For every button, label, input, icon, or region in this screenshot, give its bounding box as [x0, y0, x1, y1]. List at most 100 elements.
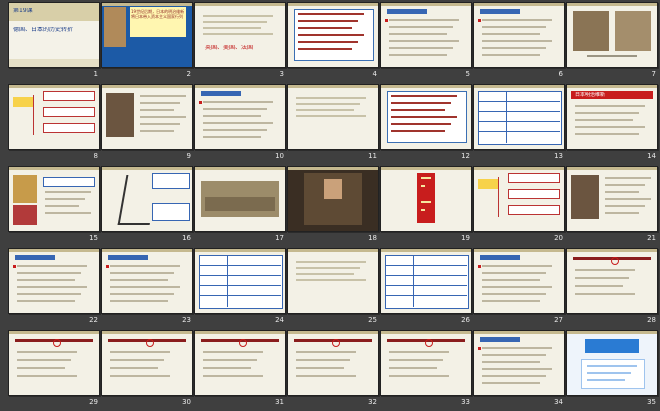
text-line [391, 109, 445, 111]
text-line [298, 41, 358, 43]
slide-number: 30 [182, 398, 191, 406]
slide-thumbnail[interactable]: 27 [473, 248, 567, 329]
slide-text: 英国、美国、法国 [205, 45, 254, 51]
slide-preview[interactable] [473, 248, 565, 314]
text-line [110, 279, 168, 281]
slide-thumbnail[interactable]: 30 [101, 330, 195, 411]
text-line [482, 279, 540, 281]
slide-header-bar [102, 331, 192, 334]
text-line [140, 130, 174, 132]
slide-thumbnail[interactable]: 10 [194, 84, 288, 165]
slide-thumbnail[interactable]: 23 [101, 248, 195, 329]
slide-thumbnail[interactable]: 日本明治维新 14 [566, 84, 660, 165]
slide-thumbnail[interactable]: 34 [473, 330, 567, 411]
slide-number: 11 [368, 152, 377, 160]
slide-preview[interactable] [194, 248, 286, 314]
slide-preview[interactable] [8, 84, 100, 150]
slide-thumbnail[interactable]: 33 [380, 330, 474, 411]
slide-header-bar [195, 331, 285, 334]
slide-header-bar [567, 167, 657, 170]
slide-thumbnail[interactable]: 8 [8, 84, 102, 165]
slide-thumbnail[interactable]: 13 [473, 84, 567, 165]
slide-preview[interactable] [287, 84, 379, 150]
slide-preview[interactable] [194, 330, 286, 396]
slide-thumbnail[interactable]: 17 [194, 166, 288, 247]
slide-preview[interactable] [566, 330, 658, 396]
table-row-divider [478, 101, 560, 102]
slide-thumbnail[interactable]: 16 [101, 166, 195, 247]
text-line [110, 300, 168, 302]
slide-preview[interactable] [194, 84, 286, 150]
text-line [391, 102, 451, 104]
slide-thumbnail[interactable]: 6 [473, 2, 567, 83]
slide-preview[interactable] [101, 248, 193, 314]
slide-preview[interactable] [380, 330, 472, 396]
slide-thumbnail[interactable]: 32 [287, 330, 381, 411]
slide-preview[interactable] [101, 166, 193, 232]
slide-thumbnail[interactable]: 25 [287, 248, 381, 329]
slide-thumbnail[interactable]: 英国、美国、法国 3 [194, 2, 288, 83]
slide-preview[interactable] [101, 84, 193, 150]
slide-preview[interactable]: 19世纪后期，日本的明治维新将日本带入资本主义国家行列 [101, 2, 193, 68]
slide-thumbnail[interactable]: 19世纪后期，日本的明治维新将日本带入资本主义国家行列 2 [101, 2, 195, 83]
slide-preview[interactable] [566, 248, 658, 314]
slide-thumbnail[interactable]: 22 [8, 248, 102, 329]
slide-thumbnail[interactable]: 12 [380, 84, 474, 165]
slide-preview[interactable] [287, 330, 379, 396]
slide-thumbnail[interactable]: 7 [566, 2, 660, 83]
slide-thumbnail[interactable]: 26 [380, 248, 474, 329]
slide-thumbnail[interactable]: 19 [380, 166, 474, 247]
slide-preview[interactable]: 日本明治维新 [566, 84, 658, 150]
slide-preview[interactable] [8, 166, 100, 232]
slide-thumbnail[interactable]: 20 [473, 166, 567, 247]
slide-thumbnail[interactable]: 5 [380, 2, 474, 83]
caption-text: 19世纪后期，日本的明治维新将日本带入资本主义国家行列 [131, 9, 185, 19]
slide-preview[interactable] [566, 166, 658, 232]
slide-thumbnail[interactable]: 18 [287, 166, 381, 247]
slide-preview[interactable] [8, 248, 100, 314]
slide-thumbnail[interactable]: 24 [194, 248, 288, 329]
slide-thumbnail[interactable]: 35 [566, 330, 660, 411]
text-line [298, 34, 364, 36]
red-marker [478, 19, 481, 22]
slide-preview[interactable] [101, 330, 193, 396]
slide-thumbnail[interactable]: 15 [8, 166, 102, 247]
brand-panel [581, 359, 645, 389]
slide-thumbnail[interactable]: 第19课 德国、日本的历史转折 1 [8, 2, 102, 83]
slide-preview[interactable] [566, 2, 658, 68]
text-line [140, 109, 174, 111]
text-line [140, 95, 186, 97]
slide-preview[interactable]: 英国、美国、法国 [194, 2, 286, 68]
slide-preview[interactable] [473, 2, 565, 68]
slide-preview[interactable] [473, 166, 565, 232]
slide-thumbnail[interactable]: 21 [566, 166, 660, 247]
slide-preview[interactable]: 第19课 德国、日本的历史转折 [8, 2, 100, 68]
slide-preview[interactable] [8, 330, 100, 396]
slide-number: 21 [647, 234, 656, 242]
slide-thumbnail[interactable]: 11 [287, 84, 381, 165]
slide-preview[interactable] [287, 2, 379, 68]
slide-preview[interactable] [287, 248, 379, 314]
slide-number: 6 [558, 70, 563, 78]
slide-thumbnail[interactable]: 29 [8, 330, 102, 411]
text-line [389, 54, 447, 56]
slide-thumbnail[interactable]: 31 [194, 330, 288, 411]
table-row-divider [385, 295, 467, 296]
slide-preview[interactable] [473, 330, 565, 396]
slide-preview[interactable] [380, 2, 472, 68]
slide-preview[interactable] [287, 166, 379, 232]
text-line [575, 119, 633, 121]
slide-preview[interactable] [380, 248, 472, 314]
slide-thumbnail[interactable]: 4 [287, 2, 381, 83]
slide-thumbnail[interactable]: 28 [566, 248, 660, 329]
slide-preview[interactable] [473, 84, 565, 150]
slide-header-bar [195, 249, 285, 252]
slide-header-bar [288, 85, 378, 88]
slide-preview[interactable] [380, 84, 472, 150]
slide-thumbnail[interactable]: 9 [101, 84, 195, 165]
slide-preview[interactable] [194, 166, 286, 232]
red-marker [478, 347, 481, 350]
text-line [575, 277, 629, 279]
figure-image [13, 205, 37, 225]
slide-preview[interactable] [380, 166, 472, 232]
